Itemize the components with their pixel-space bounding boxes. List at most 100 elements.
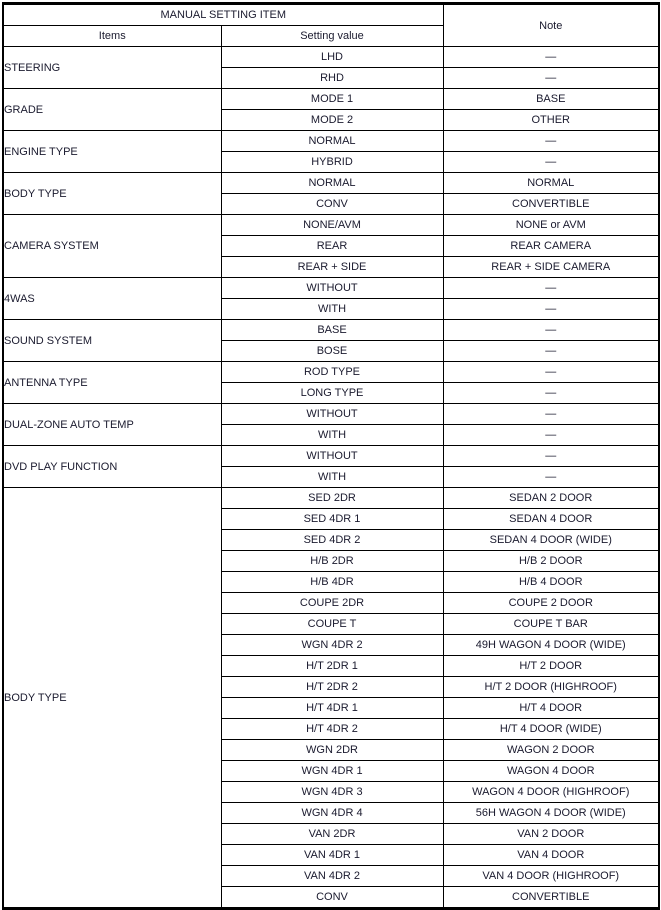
note-cell: H/T 2 DOOR — [442, 655, 660, 677]
table-header-row-group: MANUAL SETTING ITEM Note — [2, 3, 660, 47]
setting-value-cell: HYBRID — [220, 151, 444, 173]
note-cell: WAGON 4 DOOR (HIGHROOF) — [442, 781, 660, 803]
item-label: BODY TYPE — [2, 487, 222, 909]
note-cell: REAR CAMERA — [442, 235, 660, 257]
setting-value-cell: CONV — [220, 193, 444, 215]
note-cell: VAN 4 DOOR (HIGHROOF) — [442, 865, 660, 887]
table-row: SOUND SYSTEM BASE — — [2, 319, 660, 362]
setting-value-cell: CONV — [220, 886, 444, 909]
setting-value-cell: H/T 4DR 2 — [220, 718, 444, 740]
note-cell: — — [442, 277, 660, 299]
table-row: BODY TYPE SED 2DR SEDAN 2 DOOR — [2, 487, 660, 909]
document-page: MANUAL SETTING ITEM Note Items Setting v… — [0, 0, 661, 910]
setting-value-cell: SED 4DR 2 — [220, 529, 444, 551]
table-row: GRADE MODE 1 BASE — [2, 88, 660, 131]
setting-value-cell: LONG TYPE — [220, 382, 444, 404]
setting-value-cell: H/B 4DR — [220, 571, 444, 593]
setting-value-cell: H/T 2DR 2 — [220, 676, 444, 698]
setting-value-cell: WITH — [220, 298, 444, 320]
setting-value-cell: VAN 2DR — [220, 823, 444, 845]
setting-value-cell: MODE 1 — [220, 88, 444, 110]
item-label: ANTENNA TYPE — [2, 361, 222, 404]
item-label: 4WAS — [2, 277, 222, 320]
item-label: STEERING — [2, 46, 222, 89]
note-cell: H/T 2 DOOR (HIGHROOF) — [442, 676, 660, 698]
note-cell: — — [442, 46, 660, 68]
note-cell: COUPE 2 DOOR — [442, 592, 660, 614]
note-cell: SEDAN 2 DOOR — [442, 487, 660, 509]
setting-value-cell: H/B 2DR — [220, 550, 444, 572]
note-cell: — — [442, 466, 660, 488]
note-cell: — — [442, 67, 660, 89]
note-cell: — — [442, 361, 660, 383]
note-cell: H/B 2 DOOR — [442, 550, 660, 572]
header-note: Note — [442, 3, 660, 47]
table-row: ENGINE TYPE NORMAL — — [2, 130, 660, 173]
note-cell: BASE — [442, 88, 660, 110]
setting-value-cell: H/T 2DR 1 — [220, 655, 444, 677]
setting-value-cell: WITH — [220, 424, 444, 446]
note-cell: 56H WAGON 4 DOOR (WIDE) — [442, 802, 660, 824]
note-cell: — — [442, 151, 660, 173]
setting-value-cell: WITHOUT — [220, 277, 444, 299]
note-cell: WAGON 2 DOOR — [442, 739, 660, 761]
setting-value-cell: VAN 4DR 1 — [220, 844, 444, 866]
note-cell: H/T 4 DOOR — [442, 697, 660, 719]
note-cell: REAR + SIDE CAMERA — [442, 256, 660, 278]
table-row: BODY TYPE NORMAL NORMAL — [2, 172, 660, 215]
setting-value-cell: MODE 2 — [220, 109, 444, 131]
setting-value-cell: WITHOUT — [220, 403, 444, 425]
note-cell: NORMAL — [442, 172, 660, 194]
header-manual-setting-item: MANUAL SETTING ITEM — [2, 3, 444, 26]
setting-value-cell: ROD TYPE — [220, 361, 444, 383]
note-cell: VAN 2 DOOR — [442, 823, 660, 845]
setting-value-cell: BOSE — [220, 340, 444, 362]
note-cell: — — [442, 424, 660, 446]
note-cell: H/B 4 DOOR — [442, 571, 660, 593]
note-cell: VAN 4 DOOR — [442, 844, 660, 866]
note-cell: — — [442, 340, 660, 362]
item-label: CAMERA SYSTEM — [2, 214, 222, 278]
setting-value-cell: SED 2DR — [220, 487, 444, 509]
setting-value-cell: WGN 4DR 2 — [220, 634, 444, 656]
note-cell: — — [442, 319, 660, 341]
item-label: BODY TYPE — [2, 172, 222, 215]
note-cell: CONVERTIBLE — [442, 886, 660, 909]
header-items: Items — [2, 25, 222, 47]
setting-value-cell: WGN 4DR 3 — [220, 781, 444, 803]
table-row: 4WAS WITHOUT — — [2, 277, 660, 320]
setting-value-cell: NONE/AVM — [220, 214, 444, 236]
setting-value-cell: WITH — [220, 466, 444, 488]
setting-value-cell: H/T 4DR 1 — [220, 697, 444, 719]
item-label: SOUND SYSTEM — [2, 319, 222, 362]
setting-value-cell: LHD — [220, 46, 444, 68]
table-row: CAMERA SYSTEM NONE/AVM NONE or AVM — [2, 214, 660, 278]
setting-value-cell: RHD — [220, 67, 444, 89]
note-cell: OTHER — [442, 109, 660, 131]
table-row: STEERING LHD — — [2, 46, 660, 89]
note-cell: — — [442, 445, 660, 467]
table-body: STEERING LHD — RHD — GRADE MODE 1 BASE MODE 2 OTH… — [2, 46, 660, 909]
table-row: DVD PLAY FUNCTION WITHOUT — — [2, 445, 660, 488]
table-row: ANTENNA TYPE ROD TYPE — — [2, 361, 660, 404]
header-setting-value: Setting value — [220, 25, 444, 47]
setting-value-cell: COUPE 2DR — [220, 592, 444, 614]
setting-value-cell: WGN 4DR 1 — [220, 760, 444, 782]
table-header: MANUAL SETTING ITEM Note Items Setting v… — [2, 3, 660, 47]
note-cell: — — [442, 298, 660, 320]
item-label: GRADE — [2, 88, 222, 131]
note-cell: COUPE T BAR — [442, 613, 660, 635]
item-label: DVD PLAY FUNCTION — [2, 445, 222, 488]
setting-value-cell: SED 4DR 1 — [220, 508, 444, 530]
note-cell: — — [442, 382, 660, 404]
note-cell: — — [442, 403, 660, 425]
setting-value-cell: VAN 4DR 2 — [220, 865, 444, 887]
note-cell: WAGON 4 DOOR — [442, 760, 660, 782]
item-label: DUAL-ZONE AUTO TEMP — [2, 403, 222, 446]
note-cell: — — [442, 130, 660, 152]
setting-value-cell: BASE — [220, 319, 444, 341]
note-cell: 49H WAGON 4 DOOR (WIDE) — [442, 634, 660, 656]
setting-value-cell: COUPE T — [220, 613, 444, 635]
setting-value-cell: REAR + SIDE — [220, 256, 444, 278]
note-cell: H/T 4 DOOR (WIDE) — [442, 718, 660, 740]
